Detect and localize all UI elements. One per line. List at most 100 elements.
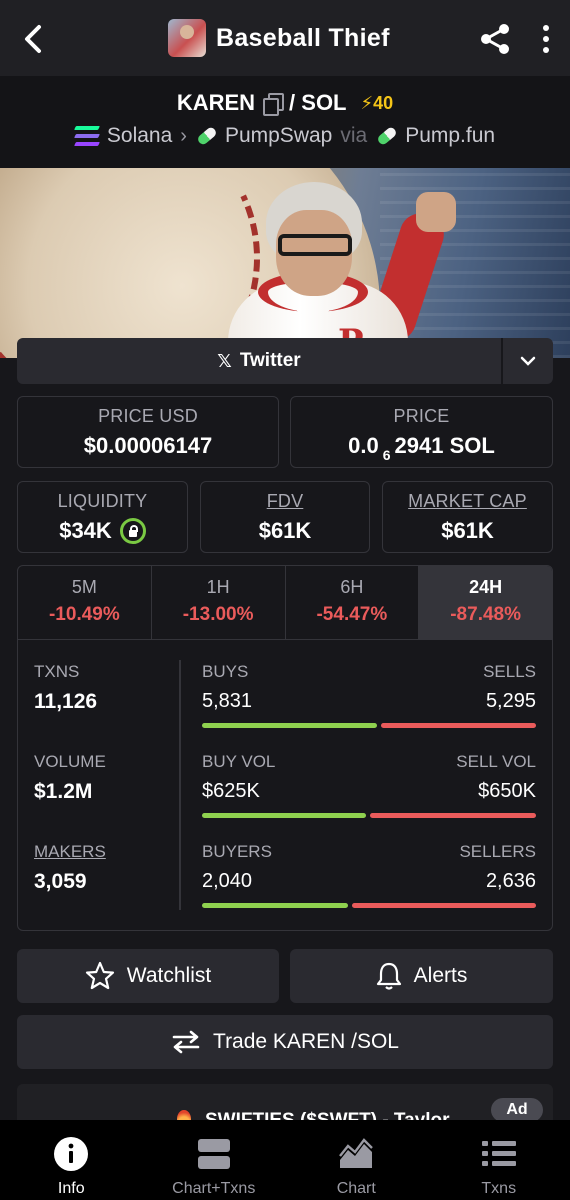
liquidity-card: LIQUIDITY $34K bbox=[17, 481, 188, 553]
tab-6h[interactable]: 6H -54.47% bbox=[286, 566, 420, 639]
makers-label[interactable]: MAKERS bbox=[34, 842, 174, 862]
share-button[interactable] bbox=[478, 22, 512, 56]
fdv-label[interactable]: FDV bbox=[201, 491, 369, 512]
buyers-value: 2,040 bbox=[202, 870, 253, 892]
sell-volume-bar-fill bbox=[369, 813, 536, 818]
sellers-value: 2,636 bbox=[485, 870, 536, 892]
metrics-area: TXNS 11,126 VOLUME $1.2M MAKERS 3,059 BU… bbox=[18, 640, 552, 930]
change-1h: -13.00% bbox=[182, 604, 254, 625]
pumpfun-icon bbox=[375, 125, 397, 147]
star-icon bbox=[85, 961, 114, 990]
buy-volume-bar-fill bbox=[202, 813, 366, 818]
watchlist-button[interactable]: Watchlist bbox=[17, 949, 279, 1003]
top-bar: Baseball Thief bbox=[0, 0, 570, 76]
quote-token-symbol: / SOL bbox=[289, 90, 347, 115]
chain-dex-line: Solana › PumpSwap via Pump.fun bbox=[0, 124, 570, 148]
liquidity-value: $34K bbox=[59, 518, 112, 543]
liquidity-label: LIQUIDITY bbox=[57, 491, 148, 511]
solana-icon bbox=[73, 126, 100, 146]
nav-txns[interactable]: Txns bbox=[428, 1120, 570, 1200]
chart-icon bbox=[338, 1136, 374, 1172]
volume-metric: VOLUME $1.2M bbox=[34, 752, 174, 804]
x-icon: 𝕏 bbox=[217, 350, 232, 371]
buyers-bar-fill bbox=[202, 903, 348, 908]
sellers-bar-fill bbox=[351, 903, 536, 908]
page-title-group: Baseball Thief bbox=[168, 18, 390, 58]
boost-badge[interactable]: ⚡40 bbox=[361, 93, 394, 114]
fdv-card: FDV $61K bbox=[200, 481, 370, 553]
timeframe-tabs: 5M -10.49% 1H -13.00% 6H -54.47% 24H -87… bbox=[18, 566, 552, 640]
chevron-left-icon bbox=[25, 25, 41, 53]
buyers-bar bbox=[202, 903, 536, 908]
change-6h: -54.47% bbox=[316, 604, 388, 625]
launchpad-link[interactable]: Pump.fun bbox=[405, 124, 495, 148]
buy-volume-value: $625K bbox=[202, 780, 260, 802]
social-expand-button[interactable] bbox=[501, 338, 553, 384]
nav-info[interactable]: Info bbox=[0, 1120, 143, 1200]
volume-bar bbox=[202, 813, 536, 818]
base-token-symbol: KAREN bbox=[176, 90, 256, 115]
change-5m: -10.49% bbox=[48, 604, 120, 625]
swap-arrows-icon bbox=[172, 1030, 200, 1054]
pair-name: KAREN / SOL ⚡40 bbox=[0, 90, 570, 116]
list-icon bbox=[481, 1136, 517, 1172]
price-native-card: PRICE 0.0 6 2941 SOL bbox=[290, 396, 553, 468]
buyers-sellers-split: BUYERS SELLERS 2,040 2,636 bbox=[202, 842, 536, 908]
page-title: Baseball Thief bbox=[216, 23, 390, 52]
more-vertical-icon bbox=[543, 25, 549, 31]
token-banner-image: P bbox=[0, 168, 570, 358]
karen-character-graphic: P bbox=[218, 182, 468, 358]
nav-chart-txns[interactable]: Chart+Txns bbox=[143, 1120, 286, 1200]
metrics-divider bbox=[179, 660, 181, 910]
price-usd-label: PRICE USD bbox=[98, 406, 198, 426]
market-cap-label[interactable]: MARKET CAP bbox=[383, 491, 552, 512]
chain-link[interactable]: Solana bbox=[107, 124, 172, 148]
tab-24h[interactable]: 24H -87.48% bbox=[419, 566, 552, 639]
change-24h: -87.48% bbox=[450, 604, 522, 625]
makers-value: 3,059 bbox=[34, 870, 87, 893]
price-native-label: PRICE bbox=[393, 406, 450, 426]
ad-badge: Ad bbox=[491, 1098, 543, 1122]
tab-1h[interactable]: 1H -13.00% bbox=[152, 566, 286, 639]
split-view-icon bbox=[196, 1136, 232, 1172]
price-zero-count: 6 bbox=[382, 447, 391, 463]
token-avatar bbox=[168, 19, 206, 57]
fdv-value: $61K bbox=[258, 518, 312, 543]
buys-bar-fill bbox=[202, 723, 378, 728]
trade-button[interactable]: Trade KAREN /SOL bbox=[17, 1015, 553, 1069]
dex-link[interactable]: PumpSwap bbox=[225, 124, 332, 148]
buys-value: 5,831 bbox=[202, 690, 253, 712]
via-label: via bbox=[340, 124, 368, 147]
info-icon bbox=[53, 1136, 89, 1172]
txns-value: 11,126 bbox=[34, 690, 98, 713]
liquidity-value-group: $34K bbox=[18, 518, 187, 544]
pumpswap-icon bbox=[195, 125, 217, 147]
price-usd-value: $0.00006147 bbox=[83, 433, 213, 458]
lock-icon[interactable] bbox=[119, 518, 146, 544]
bell-icon bbox=[376, 962, 401, 990]
sells-value: 5,295 bbox=[485, 690, 536, 712]
market-cap-card: MARKET CAP $61K bbox=[382, 481, 553, 553]
copy-icon[interactable] bbox=[263, 93, 285, 116]
back-button[interactable] bbox=[18, 22, 48, 56]
sells-bar-fill bbox=[381, 723, 536, 728]
chevron-down-icon bbox=[520, 356, 536, 366]
makers-metric: MAKERS 3,059 bbox=[34, 842, 174, 894]
nav-chart[interactable]: Chart bbox=[285, 1120, 428, 1200]
price-native-value: 0.0 6 2941 SOL bbox=[348, 433, 495, 463]
twitter-label: Twitter bbox=[239, 350, 301, 371]
market-cap-value: $61K bbox=[441, 518, 494, 543]
alerts-button[interactable]: Alerts bbox=[290, 949, 553, 1003]
more-options-button[interactable] bbox=[536, 22, 556, 56]
bottom-navigation: Info Chart+Txns Chart Txns bbox=[0, 1120, 570, 1200]
price-usd-card: PRICE USD $0.00006147 bbox=[17, 396, 279, 468]
txns-metric: TXNS 11,126 bbox=[34, 662, 174, 714]
twitter-button[interactable]: 𝕏 Twitter bbox=[17, 338, 501, 384]
sell-volume-value: $650K bbox=[478, 780, 536, 802]
social-links-row: 𝕏 Twitter bbox=[17, 338, 553, 384]
pair-header: KAREN / SOL ⚡40 Solana › PumpSwap via Pu… bbox=[0, 76, 570, 168]
tab-5m[interactable]: 5M -10.49% bbox=[18, 566, 152, 639]
share-icon bbox=[481, 24, 509, 54]
buys-sells-bar bbox=[202, 723, 536, 728]
stats-panel: 5M -10.49% 1H -13.00% 6H -54.47% 24H -87… bbox=[17, 565, 553, 931]
